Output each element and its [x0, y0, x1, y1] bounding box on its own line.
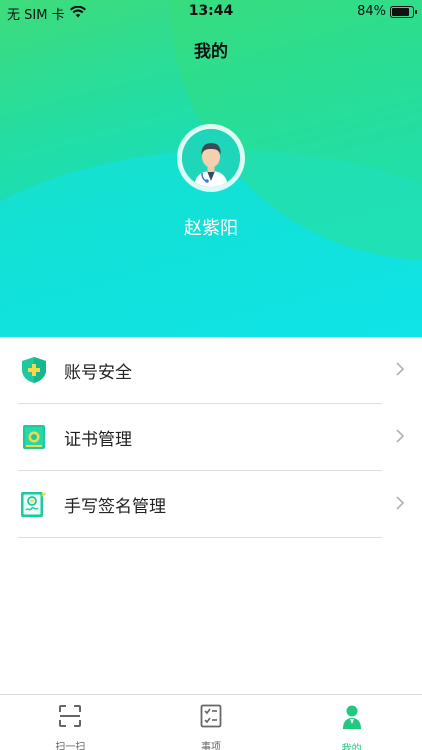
chevron-right-icon [396, 361, 405, 380]
menu-item-account-security[interactable]: 账号安全 [18, 337, 405, 404]
scan-icon [58, 704, 82, 732]
tab-label: 我的 [341, 744, 362, 750]
tab-label: 扫一扫 [55, 742, 86, 750]
profile-header-background: 无 SIM 卡 13:44 84% 我的 赵紫阳 [0, 0, 422, 337]
tab-scan[interactable]: 扫一扫 [0, 695, 141, 750]
settings-menu: 账号安全 证书管理 手写签名管理 [18, 337, 405, 538]
menu-item-certificate-management[interactable]: 证书管理 [18, 404, 405, 471]
bottom-tab-bar: 扫一扫 事项 我的 [0, 694, 422, 750]
chevron-right-icon [396, 428, 405, 447]
checklist-icon [200, 704, 222, 732]
page-title: 我的 [194, 42, 228, 62]
shield-plus-icon [20, 356, 48, 384]
tab-mine[interactable]: 我的 [281, 695, 422, 750]
menu-label: 账号安全 [64, 362, 132, 383]
tab-tasks[interactable]: 事项 [141, 695, 282, 750]
person-icon [342, 704, 362, 734]
doctor-avatar-icon [182, 129, 240, 187]
chevron-right-icon [396, 495, 405, 514]
signature-tablet-icon [20, 490, 48, 518]
menu-label: 手写签名管理 [64, 496, 166, 517]
menu-label: 证书管理 [64, 429, 132, 450]
certificate-icon [20, 423, 48, 451]
user-name: 赵紫阳 [184, 218, 238, 239]
battery-icon [390, 5, 417, 18]
tab-label: 事项 [201, 742, 221, 750]
menu-item-handwritten-signature[interactable]: 手写签名管理 [18, 471, 405, 538]
battery-percent: 84% [357, 4, 386, 19]
status-right: 84% [357, 4, 417, 19]
avatar[interactable] [177, 124, 245, 192]
status-bar: 无 SIM 卡 13:44 84% [0, 0, 422, 24]
